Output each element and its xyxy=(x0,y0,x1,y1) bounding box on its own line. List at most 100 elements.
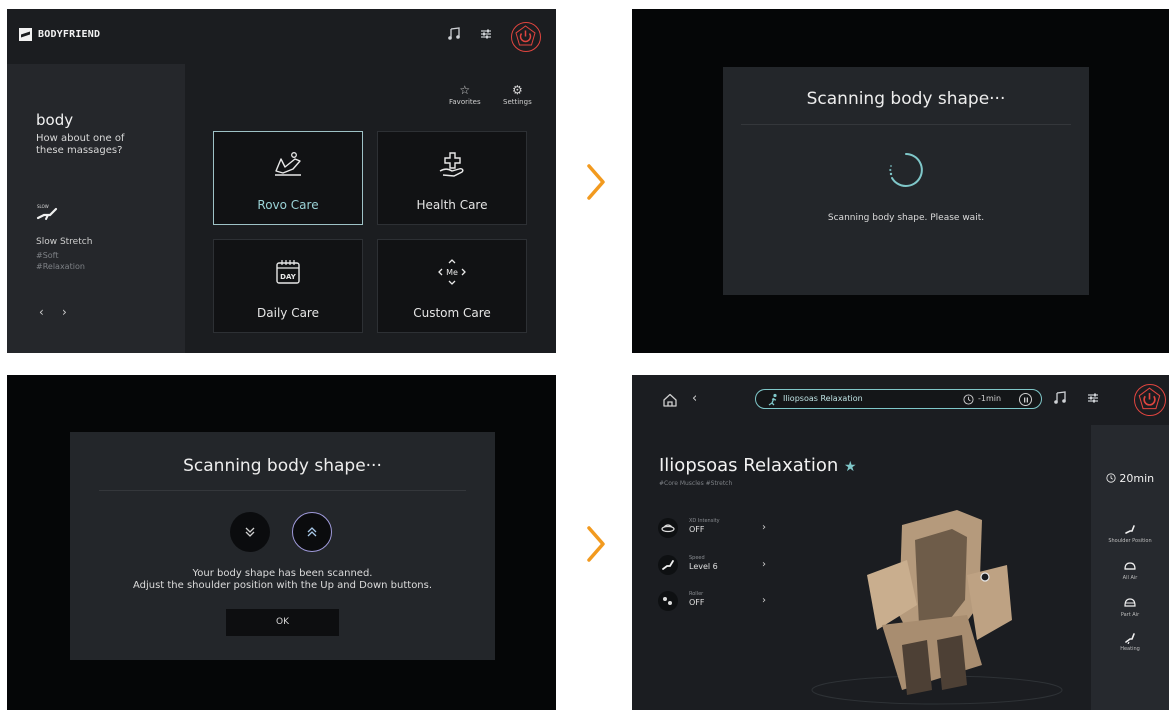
remaining-time: -1min xyxy=(978,394,1002,403)
gear-icon: ⚙ xyxy=(511,83,523,97)
chevron-right-icon: › xyxy=(762,559,766,570)
calendar-icon: DAY xyxy=(276,260,300,284)
all-air-icon xyxy=(1124,562,1136,570)
back-button[interactable]: ‹ xyxy=(692,391,697,406)
music-icon[interactable] xyxy=(445,27,463,45)
top-bar: ‹ Iliopsoas Relaxation -1min xyxy=(632,375,1169,425)
custom-care-card[interactable]: Me Custom Care xyxy=(377,239,527,333)
xd-intensity-option[interactable]: XD Intensity OFF › xyxy=(658,518,798,538)
flow-arrow-icon xyxy=(584,524,608,564)
custom-care-icon: Me xyxy=(438,259,466,285)
xd-intensity-icon xyxy=(658,518,678,538)
scan-complete-screen: Scanning body shape··· Your body shape h… xyxy=(7,375,556,710)
settings-sliders-icon[interactable] xyxy=(1084,391,1102,409)
day-text: DAY xyxy=(280,273,297,281)
modal-title: Scanning body shape··· xyxy=(183,456,382,476)
shoulder-down-button[interactable] xyxy=(230,512,270,552)
heating-button[interactable]: Heating xyxy=(1091,630,1169,652)
now-playing-bar[interactable]: Iliopsoas Relaxation -1min xyxy=(755,389,1042,409)
ok-button[interactable]: OK xyxy=(226,609,339,636)
heating-icon xyxy=(1125,633,1135,644)
pause-icon xyxy=(1023,397,1028,402)
massage-chair-image xyxy=(811,510,1063,705)
roller-icon xyxy=(658,591,678,611)
care-label: Health Care xyxy=(416,198,488,212)
greeting-subtitle: How about one of these massages? xyxy=(36,133,125,156)
shoulder-position-button[interactable]: Shoulder Position xyxy=(1091,522,1169,544)
duration-display: 20min xyxy=(1091,472,1169,485)
rovo-care-card[interactable]: Rovo Care xyxy=(213,131,363,225)
control-label: Heating xyxy=(1120,646,1140,652)
care-label: Rovo Care xyxy=(257,198,319,212)
power-button[interactable] xyxy=(511,22,541,52)
logo-mark-icon xyxy=(19,28,32,41)
featured-massage-name[interactable]: Slow Stretch xyxy=(36,237,92,247)
divider xyxy=(741,124,1071,125)
chevron-right-icon: › xyxy=(762,522,766,533)
quick-controls: 20min Shoulder Position All Air Part Air… xyxy=(1091,425,1169,710)
home-icon[interactable] xyxy=(662,392,678,408)
program-screen: ‹ Iliopsoas Relaxation -1min Iliopsoas R… xyxy=(632,375,1169,710)
settings-label: Settings xyxy=(503,98,532,106)
settings-sliders-icon[interactable] xyxy=(477,27,495,45)
control-label: All Air xyxy=(1122,575,1138,581)
option-value: OFF xyxy=(689,598,705,607)
home-screen: BODYFRIEND body How about one of these m… xyxy=(7,9,556,353)
scanning-modal: Scanning body shape··· Scanning body sha… xyxy=(723,67,1089,295)
slow-stretch-icon[interactable]: SLOW xyxy=(36,203,60,221)
option-label: Speed xyxy=(689,555,705,561)
option-label: Roller xyxy=(689,591,704,597)
modal-message: Scanning body shape. Please wait. xyxy=(827,213,985,223)
roller-option[interactable]: Roller OFF › xyxy=(658,591,798,611)
scan-complete-modal: Scanning body shape··· Your body shape h… xyxy=(70,432,495,660)
brand-logo: BODYFRIEND xyxy=(19,28,100,41)
power-icon xyxy=(1138,387,1161,410)
body-stretch-icon xyxy=(768,393,777,406)
favorites-label: Favorites xyxy=(449,98,481,106)
shoulder-up-button[interactable] xyxy=(292,512,332,552)
program-tags: #Core Muscles #Stretch xyxy=(659,480,733,487)
me-text: Me xyxy=(446,268,458,277)
option-value: OFF xyxy=(689,525,705,534)
prev-recommendation-button[interactable]: ‹ xyxy=(39,305,44,319)
power-button[interactable] xyxy=(1134,384,1166,416)
speed-icon xyxy=(658,555,678,575)
music-icon[interactable] xyxy=(1051,391,1069,409)
part-air-button[interactable]: Part Air xyxy=(1091,596,1169,618)
greeting-title: body xyxy=(36,111,74,129)
daily-care-card[interactable]: DAY Daily Care xyxy=(213,239,363,333)
shoulder-icon xyxy=(1125,525,1135,534)
loading-spinner-icon xyxy=(889,153,923,187)
modal-title: Scanning body shape··· xyxy=(806,89,1006,109)
settings-button[interactable]: ⚙ Settings xyxy=(503,83,532,106)
option-value: Level 6 xyxy=(689,562,718,571)
next-recommendation-button[interactable]: › xyxy=(62,305,67,319)
rovo-care-icon xyxy=(275,152,301,176)
health-care-icon xyxy=(439,152,464,177)
divider xyxy=(99,490,466,491)
speed-option[interactable]: Speed Level 6 › xyxy=(658,555,798,575)
program-detail: Iliopsoas Relaxation ★ #Core Muscles #St… xyxy=(632,425,1091,710)
double-chevron-up-icon xyxy=(307,527,317,537)
clock-icon xyxy=(1106,473,1116,483)
scanning-screen: Scanning body shape··· Scanning body sha… xyxy=(632,9,1169,353)
double-chevron-down-icon xyxy=(245,527,255,537)
flow-arrow-icon xyxy=(584,162,608,202)
power-icon xyxy=(515,25,536,46)
pause-button[interactable] xyxy=(1019,393,1032,406)
star-icon: ☆ xyxy=(459,83,471,97)
top-bar: BODYFRIEND xyxy=(7,9,556,64)
all-air-button[interactable]: All Air xyxy=(1091,559,1169,581)
control-label: Part Air xyxy=(1120,612,1140,618)
control-label: Shoulder Position xyxy=(1108,538,1152,544)
care-label: Daily Care xyxy=(257,306,319,320)
slow-badge: SLOW xyxy=(37,204,49,209)
now-playing-name: Iliopsoas Relaxation xyxy=(783,394,863,403)
clock-icon xyxy=(963,394,974,405)
featured-tag: #Soft xyxy=(36,251,59,260)
favorites-button[interactable]: ☆ Favorites xyxy=(449,83,481,106)
health-care-card[interactable]: Health Care xyxy=(377,131,527,225)
part-air-icon xyxy=(1124,598,1136,607)
chevron-right-icon: › xyxy=(762,595,766,606)
message-line: Adjust the shoulder position with the Up… xyxy=(132,580,433,591)
